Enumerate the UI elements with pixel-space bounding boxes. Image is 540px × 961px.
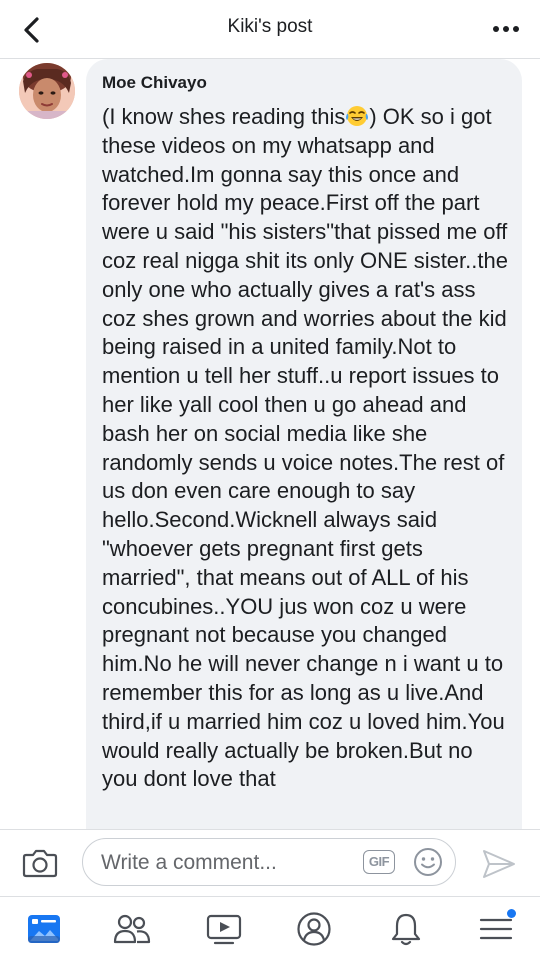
profile-icon: [297, 912, 331, 946]
avatar[interactable]: [19, 63, 75, 119]
top-bar: Kiki's post: [0, 0, 540, 59]
send-icon[interactable]: [481, 848, 517, 880]
comment-input[interactable]: [99, 849, 353, 877]
tab-notifications[interactable]: [386, 909, 426, 949]
tab-watch[interactable]: [204, 909, 244, 949]
bell-icon: [391, 913, 421, 946]
comment-text-part-2: ) OK so i got these videos on my whatsap…: [102, 104, 508, 792]
smiley-icon[interactable]: [413, 847, 443, 877]
tab-news-feed[interactable]: [24, 909, 64, 949]
comment-text: (I know shes reading this) OK so i got t…: [102, 103, 512, 794]
camera-button[interactable]: [22, 847, 58, 879]
tab-menu[interactable]: [476, 909, 516, 949]
comment-input-box[interactable]: GIF: [82, 838, 456, 886]
news-feed-icon: [28, 915, 60, 943]
page-title: Kiki's post: [227, 16, 313, 37]
comment-text-part-1: (I know shes reading this: [102, 104, 346, 129]
comment-bubble[interactable]: Moe Chivayo (I know shes reading this) O…: [86, 59, 522, 829]
comment-composer: GIF: [0, 829, 540, 897]
tab-friends[interactable]: [112, 909, 152, 949]
more-options-button[interactable]: [490, 14, 522, 44]
tab-profile[interactable]: [294, 909, 334, 949]
menu-icon: [479, 918, 513, 940]
avatar-photo: [19, 63, 75, 119]
friends-icon: [113, 914, 151, 944]
comment-thread: Moe Chivayo (I know shes reading this) O…: [0, 59, 540, 829]
face-with-tears-of-joy-icon: [346, 106, 369, 126]
notification-dot: [507, 909, 516, 918]
watch-icon: [206, 914, 242, 945]
camera-icon: [22, 849, 58, 878]
comment-author[interactable]: Moe Chivayo: [102, 73, 207, 93]
more-horizontal-icon: [493, 26, 519, 32]
bottom-tab-bar: [0, 896, 540, 961]
gif-button[interactable]: GIF: [363, 850, 395, 874]
